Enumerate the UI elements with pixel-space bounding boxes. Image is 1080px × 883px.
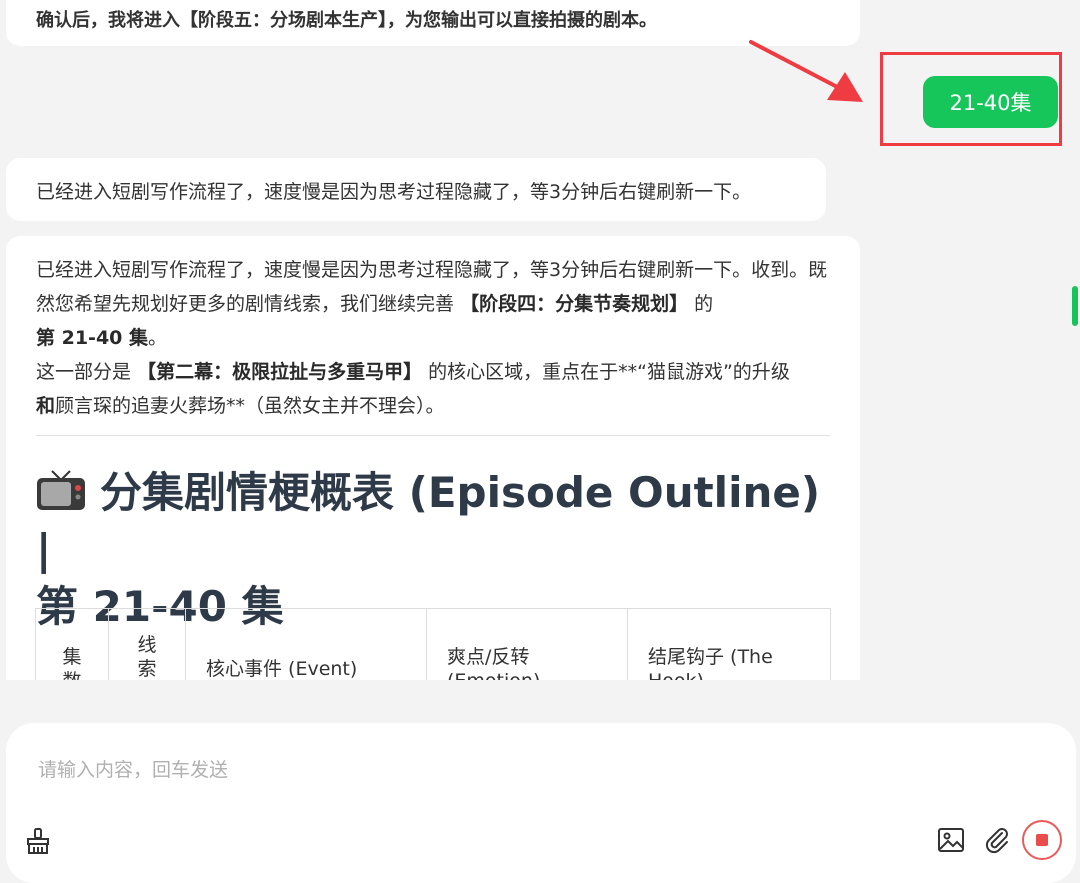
- stop-icon: [1036, 834, 1048, 846]
- heading-line-1: 分集剧情梗概表 (Episode Outline) |: [36, 468, 821, 574]
- broom-icon[interactable]: [24, 827, 52, 855]
- paragraph-text: 的核心区域，重点在于**“猫鼠游戏”的升级: [428, 361, 790, 383]
- table-header-cell: 核心事件 (Event): [185, 608, 427, 680]
- paragraph-text: 顾言琛的追妻火葬场**（虽然女主并不理会）。: [55, 395, 445, 417]
- divider: [36, 435, 830, 436]
- table-header-row: 集数 线索标 核心事件 (Event) 爽点/反转 (Emotion) 结尾钩子…: [35, 608, 831, 680]
- annotation-arrow: [749, 40, 863, 102]
- table-header-cell: 爽点/反转 (Emotion): [426, 608, 628, 680]
- bold-episode-range: 第 21-40 集: [36, 327, 148, 349]
- bold-conjunction: 和: [36, 395, 56, 417]
- assistant-message-partial: 确认后，我将进入【阶段五：分场剧本生产】，为您输出可以直接拍摄的剧本。: [6, 0, 860, 46]
- user-message-bubble[interactable]: 21-40集: [923, 76, 1058, 128]
- table-header-cell: 集数: [35, 608, 109, 680]
- paragraph-text: 的: [694, 293, 714, 315]
- bold-act-label: 【第二幕：极限拉扯与多重马甲】: [137, 361, 423, 383]
- image-icon[interactable]: [936, 825, 966, 855]
- paragraph-text: 这一部分是: [36, 361, 132, 383]
- assistant-message-short: 已经进入短剧写作流程了，速度慢是因为思考过程隐藏了，等3分钟后右键刷新一下。: [6, 158, 826, 221]
- stop-button[interactable]: [1022, 820, 1062, 860]
- bold-phase-label: 【阶段四：分集节奏规划】: [460, 293, 689, 315]
- message-text: 确认后，我将进入【阶段五：分场剧本生产】，为您输出可以直接拍摄的剧本。: [36, 10, 657, 31]
- chat-input[interactable]: [36, 749, 900, 791]
- tv-emoji-icon: [37, 470, 85, 510]
- message-text: 已经进入短剧写作流程了，速度慢是因为思考过程隐藏了，等3分钟后右键刷新一下。: [36, 181, 752, 203]
- table-header-cell: 线索标: [108, 608, 186, 680]
- paperclip-icon[interactable]: [982, 825, 1012, 855]
- table-header-cell: 结尾钩子 (The Hook): [627, 608, 831, 680]
- chat-input-panel: [6, 723, 1076, 883]
- message-body: 已经进入短剧写作流程了，速度慢是因为思考过程隐藏了，等3分钟后右键刷新一下。收到…: [36, 253, 831, 423]
- scrollbar-thumb[interactable]: [1072, 286, 1078, 326]
- episode-outline-table: 集数 线索标 核心事件 (Event) 爽点/反转 (Emotion) 结尾钩子…: [35, 608, 831, 680]
- assistant-message-main: 已经进入短剧写作流程了，速度慢是因为思考过程隐藏了，等3分钟后右键刷新一下。收到…: [6, 236, 860, 680]
- paragraph-text: 。: [148, 327, 168, 349]
